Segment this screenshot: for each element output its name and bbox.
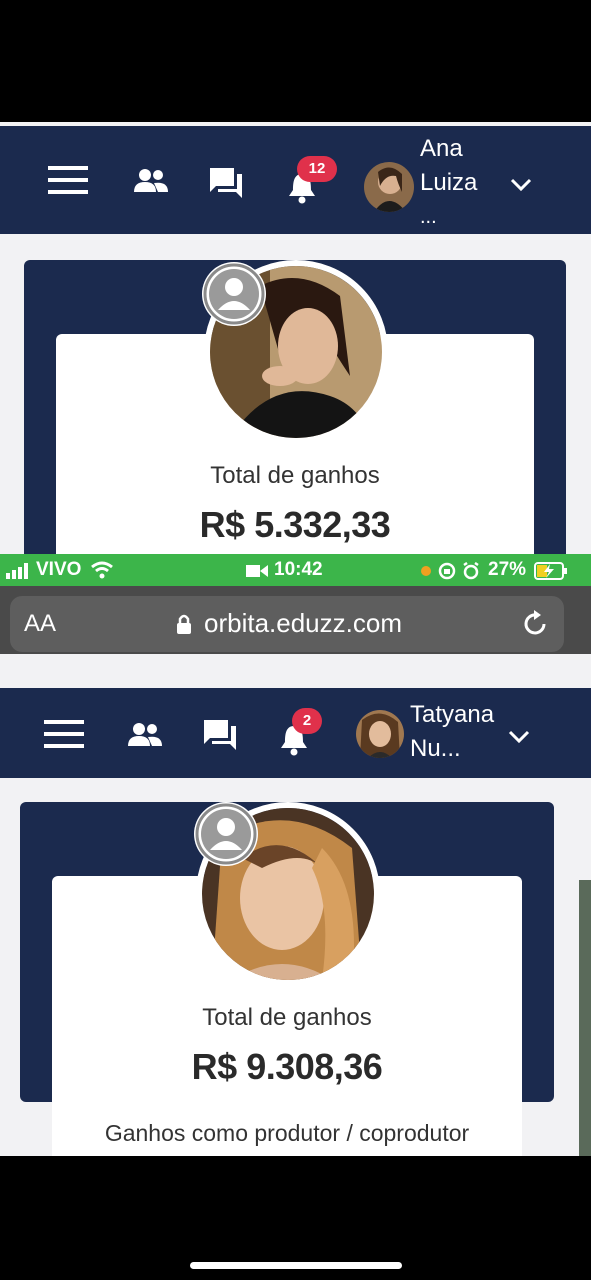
earnings-card: Total de ganhos R$ 5.332,33 (24, 260, 566, 554)
earnings-label: Total de ganhos (202, 1004, 372, 1031)
orange-dot-icon (421, 566, 431, 576)
user-name-line2[interactable]: Nu... (410, 732, 461, 766)
alarm-icon (463, 562, 479, 580)
people-icon[interactable] (128, 722, 162, 748)
earnings-amount: R$ 5.332,33 (199, 504, 391, 545)
notification-badge: 12 (297, 156, 337, 182)
browser-toolbar: AA orbita.eduzz.com (0, 586, 591, 664)
default-avatar-icon (202, 262, 266, 326)
earnings-sub-label: Ganhos como produtor / coprodutor (104, 1120, 470, 1146)
hamburger-menu-icon[interactable] (48, 164, 88, 196)
url-text[interactable]: orbita.eduzz.com (204, 608, 402, 639)
chat-icon[interactable] (202, 718, 238, 752)
earnings-label: Total de ganhos (210, 462, 380, 489)
default-avatar-icon (194, 802, 258, 866)
address-bar[interactable]: AA orbita.eduzz.com (10, 596, 564, 652)
chat-icon[interactable] (208, 166, 244, 200)
battery-percent: 27% (488, 559, 527, 580)
avatar[interactable] (364, 162, 414, 212)
hamburger-menu-icon[interactable] (44, 718, 84, 750)
bottom-navbar: 2 Tatyana Nu... (0, 688, 591, 778)
bottom-screenshot: 2 Tatyana Nu... Total de ganhos R$ 9.308… (0, 654, 591, 1156)
reload-icon[interactable] (522, 610, 550, 638)
battery-charging-icon (534, 562, 567, 580)
carrier-name: VIVO (36, 559, 82, 580)
home-indicator[interactable] (190, 1262, 402, 1269)
user-name-line2[interactable]: Luiza (420, 166, 477, 200)
chevron-down-icon[interactable] (508, 730, 530, 744)
people-icon[interactable] (134, 168, 168, 194)
phone-status-bar: VIVO 10:42 27% (0, 554, 591, 586)
signal-icon (6, 563, 28, 579)
user-name-line1[interactable]: Tatyana (410, 698, 494, 732)
chevron-down-icon[interactable] (510, 178, 532, 192)
avatar[interactable] (356, 710, 404, 758)
scrollbar-strip (579, 880, 591, 1156)
top-screenshot: 12 Ana Luiza ... Total de ganhos R$ 5.33… (0, 122, 591, 554)
video-call-icon (246, 565, 268, 577)
status-time: 10:42 (274, 559, 323, 580)
earnings-amount: R$ 9.308,36 (191, 1046, 383, 1087)
user-name-line1[interactable]: Ana (420, 132, 463, 166)
earnings-card: Total de ganhos R$ 9.308,36 Ganhos como … (20, 802, 554, 1156)
lock-rotation-icon (438, 562, 456, 580)
wifi-icon (91, 561, 113, 579)
notification-badge: 2 (292, 708, 322, 734)
lock-icon (177, 614, 191, 634)
reader-aa-button[interactable]: AA (24, 610, 56, 638)
user-name-ellipsis: ... (420, 206, 437, 228)
top-navbar: 12 Ana Luiza ... (0, 126, 591, 234)
